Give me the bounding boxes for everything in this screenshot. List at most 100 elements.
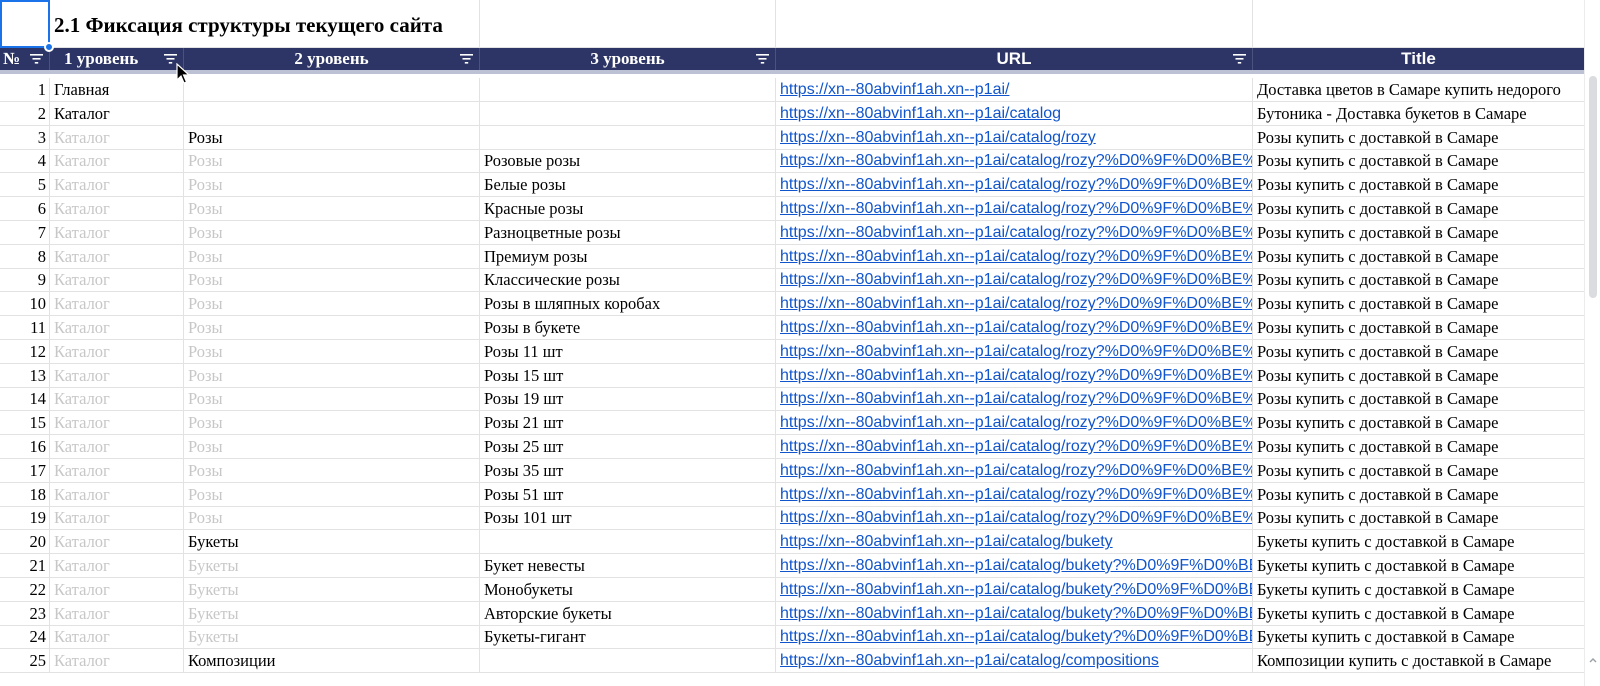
- title-cell[interactable]: Букеты купить с доставкой в Самаре: [1253, 554, 1584, 578]
- url-link[interactable]: https://xn--80abvinf1ah.xn--p1ai/: [776, 78, 1253, 102]
- url-link[interactable]: https://xn--80abvinf1ah.xn--p1ai/catalog…: [776, 601, 1253, 626]
- level3-cell[interactable]: Розовые розы: [480, 149, 776, 174]
- level2-cell[interactable]: Розы: [184, 435, 480, 459]
- level3-cell[interactable]: Розы 101 шт: [480, 506, 776, 531]
- row-number-cell[interactable]: 24: [0, 625, 50, 650]
- row-number-cell[interactable]: 9: [0, 268, 50, 293]
- selected-cell[interactable]: [0, 0, 50, 48]
- level2-cell[interactable]: Розы: [184, 149, 480, 174]
- title-cell[interactable]: Доставка цветов в Самаре купить недорого: [1253, 78, 1584, 102]
- title-row-cell-d[interactable]: [480, 0, 776, 48]
- row-number-cell[interactable]: 17: [0, 458, 50, 483]
- row-number-cell[interactable]: 10: [0, 292, 50, 317]
- title-row-cell-f[interactable]: [1253, 0, 1584, 48]
- title-cell[interactable]: Бутоника - Доставка букетов в Самаре: [1253, 102, 1584, 126]
- scroll-up-arrow-icon[interactable]: [1588, 652, 1598, 663]
- level3-cell[interactable]: Розы в букете: [480, 316, 776, 340]
- vertical-scrollbar[interactable]: [1584, 0, 1600, 686]
- level3-cell[interactable]: Розы в шляпных коробах: [480, 292, 776, 317]
- selection-fill-handle[interactable]: [44, 42, 54, 52]
- level1-cell[interactable]: Каталог: [50, 577, 184, 602]
- level1-cell[interactable]: Каталог: [50, 506, 184, 531]
- title-cell[interactable]: Розы купить с доставкой в Самаре: [1253, 245, 1584, 269]
- url-link[interactable]: https://xn--80abvinf1ah.xn--p1ai/catalog…: [776, 625, 1253, 650]
- title-cell[interactable]: Розы купить с доставкой в Самаре: [1253, 197, 1584, 221]
- row-number-cell[interactable]: 14: [0, 387, 50, 412]
- title-cell[interactable]: Букеты купить с доставкой в Самаре: [1253, 578, 1584, 602]
- level1-cell[interactable]: Каталог: [50, 101, 184, 126]
- title-cell[interactable]: Композиции купить с доставкой в Самаре: [1253, 649, 1584, 673]
- level3-cell[interactable]: Монобукеты: [480, 577, 776, 602]
- title-cell[interactable]: Розы купить с доставкой в Самаре: [1253, 268, 1584, 292]
- level2-cell[interactable]: Розы: [184, 458, 480, 483]
- level3-cell[interactable]: Букет невесты: [480, 554, 776, 578]
- url-link[interactable]: https://xn--80abvinf1ah.xn--p1ai/catalog…: [776, 316, 1253, 340]
- level3-cell[interactable]: Авторские букеты: [480, 601, 776, 626]
- url-link[interactable]: https://xn--80abvinf1ah.xn--p1ai/catalog…: [776, 530, 1253, 555]
- level1-cell[interactable]: Каталог: [50, 292, 184, 317]
- scrollbar-thumb[interactable]: [1589, 76, 1597, 298]
- header-number[interactable]: №: [0, 48, 50, 70]
- level2-cell[interactable]: Букеты: [184, 625, 480, 650]
- level1-cell[interactable]: Каталог: [50, 554, 184, 578]
- level3-cell[interactable]: [480, 649, 776, 674]
- level3-cell[interactable]: Красные розы: [480, 197, 776, 221]
- title-row-cell-e[interactable]: [776, 0, 1253, 48]
- row-number-cell[interactable]: 3: [0, 125, 50, 150]
- level1-cell[interactable]: Каталог: [50, 125, 184, 150]
- row-number-cell[interactable]: 20: [0, 530, 50, 555]
- level2-cell[interactable]: Розы: [184, 292, 480, 317]
- level1-cell[interactable]: Каталог: [50, 197, 184, 221]
- url-link[interactable]: https://xn--80abvinf1ah.xn--p1ai/catalog…: [776, 173, 1253, 198]
- level2-cell[interactable]: Розы: [184, 197, 480, 221]
- header-level3[interactable]: 3 уровень: [480, 48, 776, 70]
- row-number-cell[interactable]: 21: [0, 554, 50, 578]
- title-cell[interactable]: Букеты купить с доставкой в Самаре: [1253, 602, 1584, 626]
- level1-cell[interactable]: Каталог: [50, 411, 184, 436]
- level3-cell[interactable]: Розы 25 шт: [480, 435, 776, 459]
- filter-icon[interactable]: [460, 54, 473, 64]
- level2-cell[interactable]: Композиции: [184, 649, 480, 674]
- title-cell[interactable]: Розы купить с доставкой в Самаре: [1253, 387, 1584, 411]
- level1-cell[interactable]: Каталог: [50, 625, 184, 650]
- header-url[interactable]: URL: [776, 48, 1253, 70]
- row-number-cell[interactable]: 13: [0, 363, 50, 388]
- level3-cell[interactable]: Розы 35 шт: [480, 458, 776, 483]
- level2-cell[interactable]: Розы: [184, 244, 480, 269]
- row-number-cell[interactable]: 15: [0, 411, 50, 436]
- level1-cell[interactable]: Каталог: [50, 173, 184, 198]
- title-cell[interactable]: Розы купить с доставкой в Самаре: [1253, 292, 1584, 316]
- row-number-cell[interactable]: 18: [0, 482, 50, 507]
- level2-cell[interactable]: Букеты: [184, 577, 480, 602]
- header-title[interactable]: Title: [1253, 48, 1584, 70]
- row-number-cell[interactable]: 16: [0, 435, 50, 459]
- url-link[interactable]: https://xn--80abvinf1ah.xn--p1ai/catalog: [776, 101, 1253, 126]
- level1-cell[interactable]: Главная: [50, 78, 184, 102]
- url-link[interactable]: https://xn--80abvinf1ah.xn--p1ai/catalog…: [776, 268, 1253, 293]
- level2-cell[interactable]: Розы: [184, 482, 480, 507]
- header-level2[interactable]: 2 уровень: [184, 48, 480, 70]
- level1-cell[interactable]: Каталог: [50, 482, 184, 507]
- level2-cell[interactable]: Розы: [184, 506, 480, 531]
- row-number-cell[interactable]: 22: [0, 577, 50, 602]
- title-cell[interactable]: Розы купить с доставкой в Самаре: [1253, 126, 1584, 150]
- title-cell[interactable]: Розы купить с доставкой в Самаре: [1253, 221, 1584, 245]
- url-link[interactable]: https://xn--80abvinf1ah.xn--p1ai/catalog…: [776, 339, 1253, 364]
- url-link[interactable]: https://xn--80abvinf1ah.xn--p1ai/catalog…: [776, 197, 1253, 221]
- level2-cell[interactable]: Розы: [184, 339, 480, 364]
- title-cell[interactable]: Розы купить с доставкой в Самаре: [1253, 483, 1584, 507]
- url-link[interactable]: https://xn--80abvinf1ah.xn--p1ai/catalog…: [776, 435, 1253, 459]
- row-number-cell[interactable]: 19: [0, 506, 50, 531]
- title-cell[interactable]: Розы купить с доставкой в Самаре: [1253, 435, 1584, 459]
- url-link[interactable]: https://xn--80abvinf1ah.xn--p1ai/catalog…: [776, 220, 1253, 245]
- url-link[interactable]: https://xn--80abvinf1ah.xn--p1ai/catalog…: [776, 363, 1253, 388]
- row-number-cell[interactable]: 12: [0, 339, 50, 364]
- level3-cell[interactable]: [480, 530, 776, 555]
- filter-icon[interactable]: [30, 54, 43, 64]
- title-cell[interactable]: Розы купить с доставкой в Самаре: [1253, 340, 1584, 364]
- url-link[interactable]: https://xn--80abvinf1ah.xn--p1ai/catalog…: [776, 577, 1253, 602]
- level2-cell[interactable]: [184, 101, 480, 126]
- row-number-cell[interactable]: 8: [0, 244, 50, 269]
- filter-icon[interactable]: [756, 54, 769, 64]
- level3-cell[interactable]: [480, 101, 776, 126]
